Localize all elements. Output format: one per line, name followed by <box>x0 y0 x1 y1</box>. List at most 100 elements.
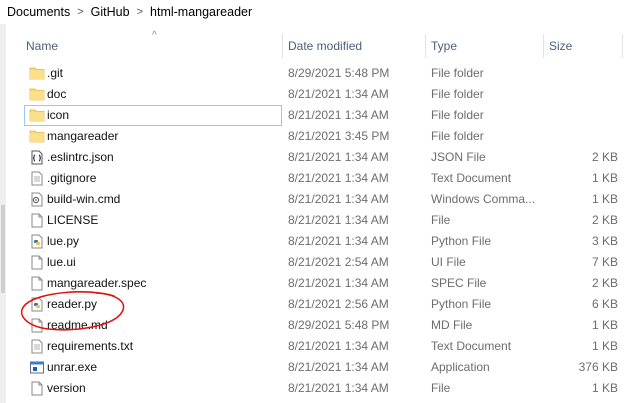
file-type: File <box>431 213 451 227</box>
file-type: Windows Comma... <box>431 192 536 206</box>
sort-ascending-icon: ^ <box>152 30 157 41</box>
file-row[interactable]: build-win.cmd 8/21/2021 1:34 AM Windows Co… <box>6 189 634 210</box>
file-size: 1 KB <box>591 192 618 206</box>
file-date-modified: 8/21/2021 2:56 AM <box>288 297 389 311</box>
file-size: 7 KB <box>591 255 618 269</box>
file-type: MD File <box>431 318 473 332</box>
blank-file-icon <box>29 213 45 228</box>
file-date-modified: 8/21/2021 2:54 AM <box>288 255 389 269</box>
file-date-modified: 8/21/2021 1:34 AM <box>288 171 389 185</box>
column-divider[interactable] <box>622 34 623 58</box>
python-file-icon <box>29 234 45 249</box>
file-type: SPEC File <box>431 276 487 290</box>
json-file-icon <box>29 150 45 165</box>
file-date-modified: 8/21/2021 1:34 AM <box>288 339 389 353</box>
file-name: doc <box>47 87 67 101</box>
folder-icon <box>29 87 45 102</box>
file-size <box>546 84 618 105</box>
folder-icon <box>29 66 45 81</box>
blank-file-icon <box>29 255 45 270</box>
file-row[interactable]: lue.ui 8/21/2021 2:54 AM UI File 7 KB <box>6 252 634 273</box>
file-name: mangareader <box>47 129 119 143</box>
file-row[interactable]: .gitignore 8/21/2021 1:34 AM Text Document… <box>6 168 634 189</box>
file-row[interactable]: readme.md 8/29/2021 5:48 PM MD File 1 KB <box>6 315 634 336</box>
file-date-modified: 8/21/2021 3:45 PM <box>288 129 390 143</box>
file-size: 6 KB <box>591 297 618 311</box>
file-date-modified: 8/21/2021 1:34 AM <box>288 108 389 122</box>
breadcrumb-github[interactable]: GitHub <box>88 5 133 19</box>
file-date-modified: 8/29/2021 5:48 PM <box>288 318 390 332</box>
python-file-icon <box>29 297 45 312</box>
file-date-modified: 8/21/2021 1:34 AM <box>288 234 389 248</box>
folder-icon <box>29 129 45 144</box>
file-name: .gitignore <box>47 171 97 185</box>
column-header-row: ^ Name Date modified Type Size <box>6 30 634 58</box>
file-name: .eslintrc.json <box>47 150 114 164</box>
file-type: Text Document <box>431 339 512 353</box>
file-type: File folder <box>431 66 484 80</box>
file-name: lue.ui <box>47 255 76 269</box>
file-size: 3 KB <box>591 234 618 248</box>
file-name: reader.py <box>47 297 98 311</box>
folder-icon <box>29 108 45 123</box>
breadcrumb: Documents > GitHub > html-mangareader <box>0 0 634 24</box>
file-size: 2 KB <box>591 150 618 164</box>
file-row[interactable]: version 8/21/2021 1:34 AM File 1 KB <box>6 378 634 399</box>
file-row[interactable]: requirements.txt 8/21/2021 1:34 AM Text Do… <box>6 336 634 357</box>
file-name: .git <box>47 66 64 80</box>
file-type: JSON File <box>431 150 486 164</box>
file-size: 376 KB <box>578 360 618 374</box>
cmd-file-icon <box>29 192 45 207</box>
file-row[interactable]: unrar.exe 8/21/2021 1:34 AM Application 376… <box>6 357 634 378</box>
breadcrumb-documents[interactable]: Documents <box>4 5 73 19</box>
column-header-type[interactable]: Type <box>425 34 457 58</box>
file-row[interactable]: .eslintrc.json 8/21/2021 1:34 AM JSON File… <box>6 147 634 168</box>
file-size: 1 KB <box>591 381 618 395</box>
file-name: readme.md <box>47 318 108 332</box>
file-name: requirements.txt <box>47 339 134 353</box>
file-row[interactable]: reader.py 8/21/2021 2:56 AM Python File 6 K… <box>6 294 634 315</box>
column-header-size[interactable]: Size <box>543 34 572 58</box>
file-type: File folder <box>431 108 484 122</box>
column-header-name[interactable]: Name <box>20 34 58 58</box>
file-row[interactable]: mangareader.spec 8/21/2021 1:34 AM SPEC Fi… <box>6 273 634 294</box>
file-row[interactable]: doc 8/21/2021 1:34 AM File folder <box>6 84 634 105</box>
file-date-modified: 8/21/2021 1:34 AM <box>288 276 389 290</box>
file-size: 2 KB <box>591 276 618 290</box>
file-size: 1 KB <box>591 339 618 353</box>
blank-file-icon <box>29 276 45 291</box>
file-date-modified: 8/29/2021 5:48 PM <box>288 66 390 80</box>
file-row[interactable]: .git 8/29/2021 5:48 PM File folder <box>6 63 634 84</box>
exe-file-icon <box>29 360 45 375</box>
file-size <box>546 105 618 126</box>
breadcrumb-separator[interactable]: > <box>73 6 87 18</box>
column-header-date-modified[interactable]: Date modified <box>282 34 362 58</box>
file-list: .git 8/29/2021 5:48 PM File folder doc 8/21/… <box>6 63 634 399</box>
file-name: lue.py <box>47 234 80 248</box>
file-row[interactable]: mangareader 8/21/2021 3:45 PM File folder <box>6 126 634 147</box>
file-size <box>546 63 618 84</box>
file-type: File folder <box>431 129 484 143</box>
file-type: File folder <box>431 87 484 101</box>
file-name: mangareader.spec <box>47 276 147 290</box>
file-row[interactable]: lue.py 8/21/2021 1:34 AM Python File 3 KB <box>6 231 634 252</box>
file-name: icon <box>47 108 70 122</box>
file-size: 1 KB <box>591 171 618 185</box>
file-type: Python File <box>431 234 492 248</box>
file-date-modified: 8/21/2021 1:34 AM <box>288 213 389 227</box>
file-type: File <box>431 381 451 395</box>
file-date-modified: 8/21/2021 1:34 AM <box>288 150 389 164</box>
file-size <box>546 126 618 147</box>
file-size: 2 KB <box>591 213 618 227</box>
breadcrumb-html-mangareader[interactable]: html-mangareader <box>147 5 255 19</box>
file-row[interactable]: icon 8/21/2021 1:34 AM File folder <box>6 105 634 126</box>
blank-file-icon <box>29 381 45 396</box>
breadcrumb-separator[interactable]: > <box>133 6 147 18</box>
blank-file-icon <box>29 318 45 333</box>
scrollbar-thumb[interactable] <box>1 205 5 293</box>
file-size: 1 KB <box>591 318 618 332</box>
text-file-icon <box>29 339 45 354</box>
file-name: LICENSE <box>47 213 99 227</box>
file-type: Application <box>431 360 490 374</box>
file-row[interactable]: LICENSE 8/21/2021 1:34 AM File 2 KB <box>6 210 634 231</box>
